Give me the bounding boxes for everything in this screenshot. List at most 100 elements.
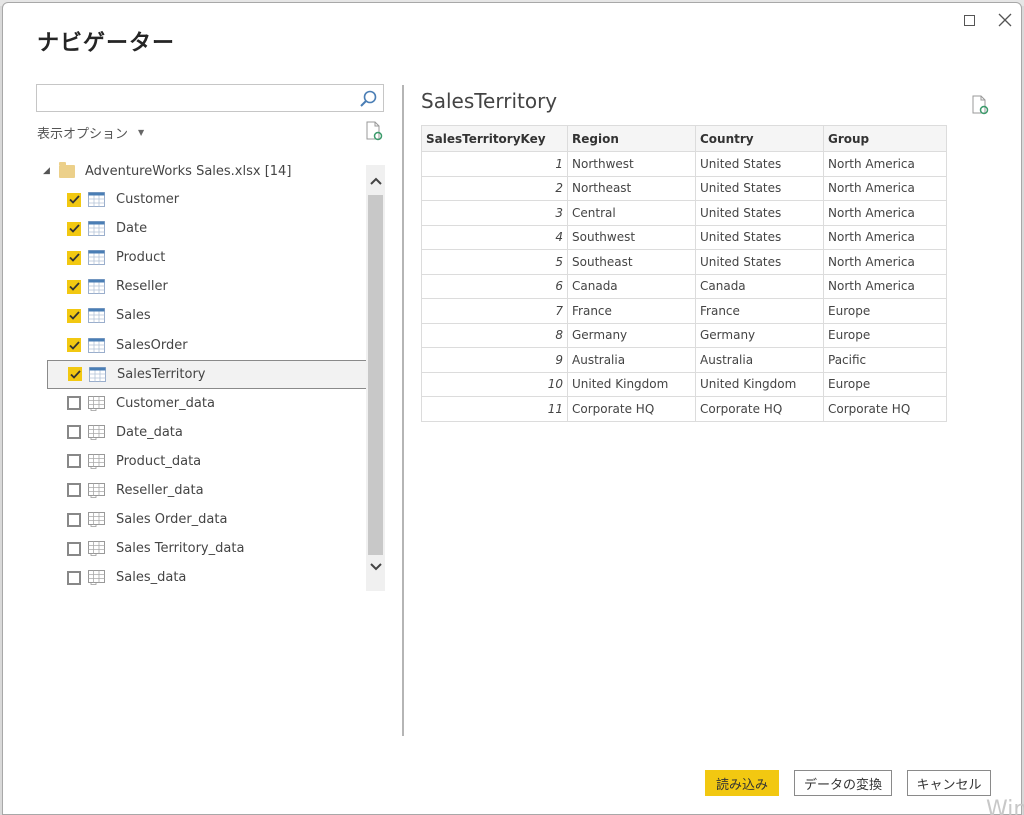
tree-item-sales-order-data[interactable]: Sales Order_data [47,505,367,534]
cancel-button[interactable]: キャンセル [907,770,991,796]
search-input[interactable] [37,85,347,111]
item-label: Customer [116,192,180,208]
tree-item-date-data[interactable]: Date_data [47,418,367,447]
checkbox[interactable] [67,338,81,353]
table-row: 4 Southwest United States North America [421,224,947,250]
table-row: 9 Australia Australia Pacific [421,347,947,373]
item-label: Date [116,221,148,237]
table-row: 3 Central United States North America [421,200,947,226]
tree-item-sales-territory-data[interactable]: Sales Territory_data [47,534,367,563]
item-label: Reseller [116,279,168,295]
refresh-icon[interactable] [365,121,383,141]
table-icon [88,250,105,266]
checkbox[interactable] [67,279,81,294]
sheet-icon [88,424,105,440]
checkbox[interactable] [67,250,81,265]
checkbox[interactable] [67,425,81,440]
item-label: Product_data [116,453,202,469]
table-row: 7 France France Europe [421,298,947,324]
item-label: Product [116,250,166,266]
sheet-icon [88,512,105,527]
dialog-title: ナビゲーター [37,31,176,56]
tree-item-reseller-data[interactable]: Reseller_data [47,476,367,505]
column-header[interactable]: Region [567,125,696,152]
table-cell: North America [823,224,947,250]
item-label: Sales Territory_data [116,541,245,557]
table-cell: United Kingdom [695,371,824,397]
checkbox[interactable] [67,454,81,469]
table-cell: Europe [823,322,947,348]
checkbox[interactable] [67,512,81,527]
tree-item-salesterritory[interactable]: SalesTerritory [47,359,367,389]
view-options-dropdown[interactable]: 表示オプション ▼ [37,123,144,142]
tree-item-product-data[interactable]: Product_data [47,447,367,476]
tree-item-product[interactable]: Product [47,243,367,272]
checkbox[interactable] [67,396,81,411]
folder-icon [59,161,75,178]
table-cell: Australia [567,347,696,373]
tree-item-customer-data[interactable]: Customer_data [47,389,367,418]
refresh-preview-icon[interactable] [971,95,989,115]
checkbox[interactable] [67,570,81,585]
tree-item-customer[interactable]: Customer [47,185,367,214]
collapse-triangle-icon[interactable]: ◢ [43,166,57,176]
column-header[interactable]: Country [695,125,824,152]
table-body: 1 Northwest United States North America 2 Nor… [421,151,947,422]
checkbox[interactable] [67,192,81,207]
table-icon [88,279,105,295]
table-cell: North America [823,200,947,226]
item-label: Reseller_data [116,482,204,498]
table-cell: United Kingdom [567,371,696,397]
sheet-icon [88,541,105,557]
tree-item-salesorder[interactable]: SalesOrder [47,330,367,359]
column-header[interactable]: SalesTerritoryKey [421,125,568,152]
table-cell: United States [695,175,824,201]
table-cell: Germany [695,322,824,348]
table-cell: United States [695,249,824,275]
tree-item-sales[interactable]: Sales [47,301,367,330]
close-button[interactable] [995,11,1015,29]
item-label: SalesTerritory [117,366,206,382]
table-cell: Southwest [567,224,696,250]
checkbox[interactable] [67,308,81,323]
item-label: Customer_data [116,395,215,411]
checkbox[interactable] [67,541,81,556]
table-cell: United States [695,151,824,177]
table-icon [88,192,105,208]
table-cell: Corporate HQ [567,396,696,422]
scroll-down-button[interactable] [366,555,385,579]
item-label: Date_data [116,424,183,440]
chevron-down-icon [369,563,382,571]
search-box [36,84,384,112]
transform-data-button[interactable]: データの変換 [794,770,892,796]
tree-item-sales-data[interactable]: Sales_data [47,563,367,592]
checkbox[interactable] [67,221,81,236]
sheet-icon [88,570,105,586]
table-cell: North America [823,151,947,177]
tree-item-date[interactable]: Date [47,214,367,243]
workbook-label: AdventureWorks Sales.xlsx [14] [85,163,292,179]
tree-scrollbar[interactable] [366,165,385,591]
table-cell: Europe [823,298,947,324]
scroll-up-button[interactable] [366,169,385,193]
scrollbar-thumb[interactable] [368,195,383,555]
table-row: 11 Corporate HQ Corporate HQ Corporate HQ [421,396,947,422]
table-row: 8 Germany Germany Europe [421,322,947,348]
caret-down-icon: ▼ [138,128,145,137]
maximize-button[interactable] [959,11,979,29]
checkbox[interactable] [67,483,81,498]
table-cell: Northeast [567,175,696,201]
table-cell: Canada [567,273,696,299]
load-button[interactable]: 読み込み [705,770,779,796]
table-cell: Central [567,200,696,226]
tree-root-workbook[interactable]: ◢ AdventureWorks Sales.xlsx [14] [39,160,291,182]
table-cell: Northwest [567,151,696,177]
table-icon [88,337,105,353]
item-label: Sales_data [116,570,187,586]
tree-item-reseller[interactable]: Reseller [47,272,367,301]
column-header[interactable]: Group [823,125,947,152]
table-cell: Corporate HQ [695,396,824,422]
checkbox[interactable] [68,367,82,382]
search-icon[interactable] [358,89,378,109]
pane-splitter[interactable] [402,85,404,736]
